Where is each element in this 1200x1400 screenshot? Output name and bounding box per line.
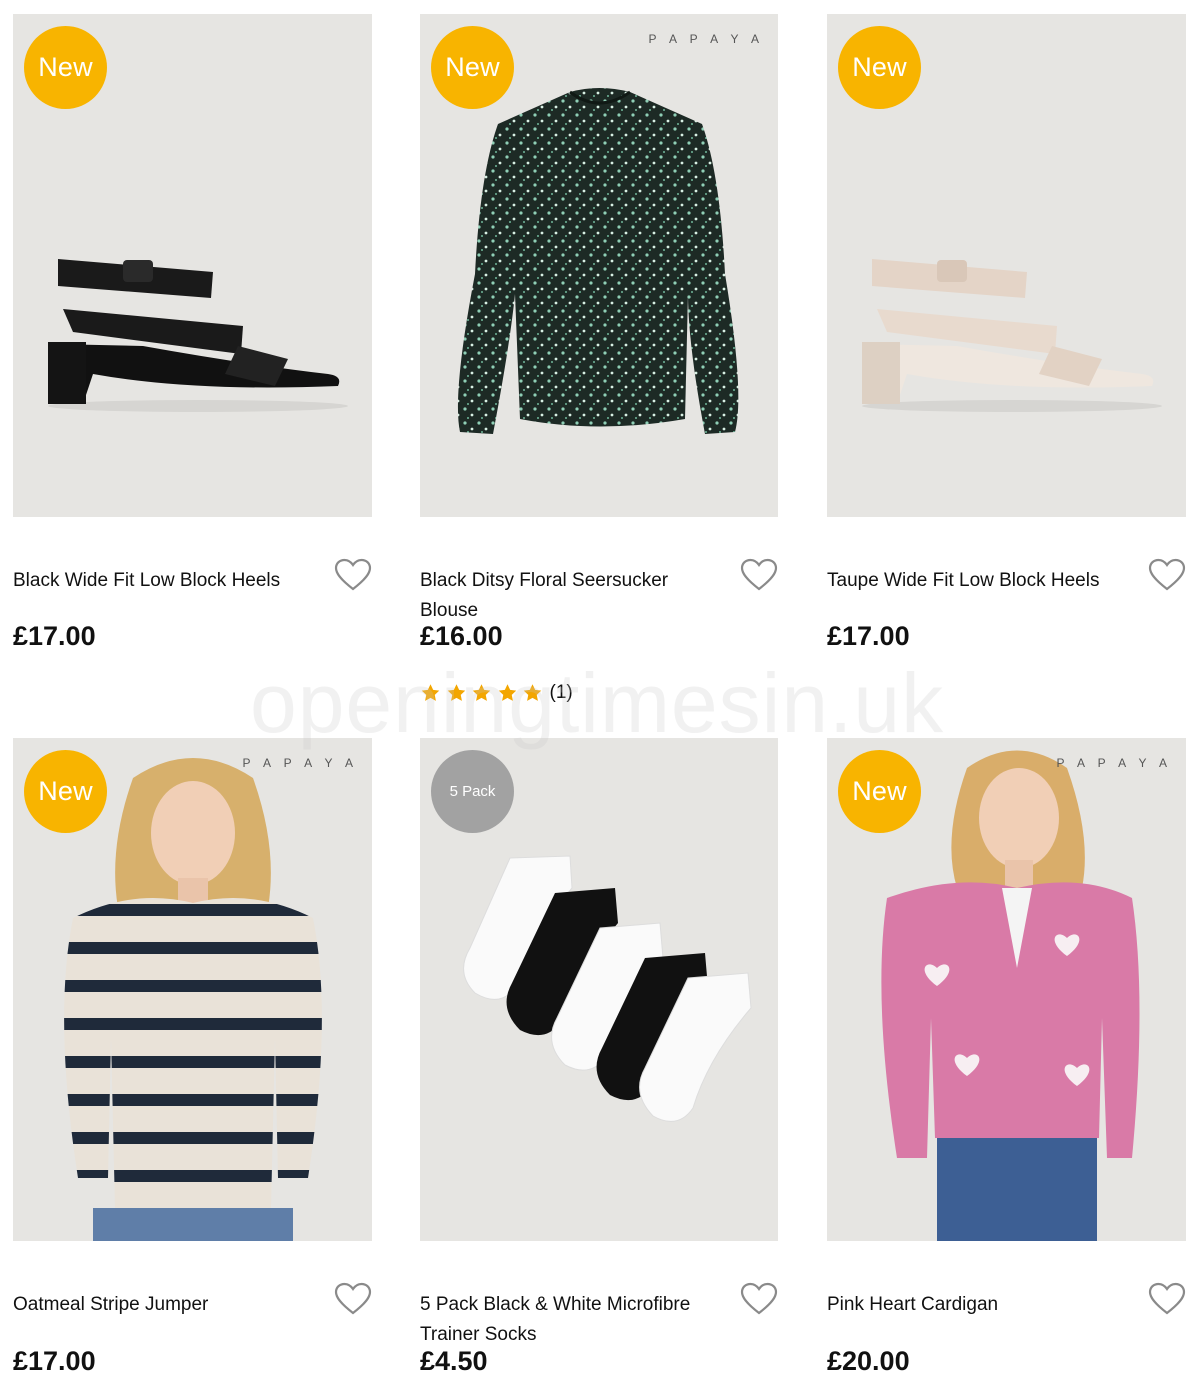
star-icon [523,684,542,701]
product-title[interactable]: Oatmeal Stripe Jumper [13,1290,293,1320]
product-card[interactable]: New P A P A Y A Black Ditsy Floral Seers… [420,14,778,703]
brand-logo: P A P A Y A [242,756,358,770]
product-card[interactable]: New P A P A Y A Pink Heart Cardigan £20.… [827,738,1186,1376]
product-grid: New Black Wide Fit Low Block Heels £17.0… [0,0,1200,1400]
star-icon [447,684,465,701]
product-card[interactable]: 5 Pack 5 Pack Black & White Microfibre T… [420,738,778,1376]
product-card[interactable]: New Black Wide Fit Low Block Heels £17.0… [13,14,372,651]
new-badge: New [838,750,921,833]
product-price: £4.50 [420,1346,488,1376]
wishlist-heart-icon[interactable] [740,558,778,592]
product-image[interactable]: New P A P A Y A [420,14,778,517]
product-title[interactable]: Pink Heart Cardigan [827,1290,1107,1320]
wishlist-heart-icon[interactable] [1148,1282,1186,1316]
product-title[interactable]: Black Ditsy Floral Seersucker Blouse [420,566,700,626]
product-card[interactable]: New Taupe Wide Fit Low Block Heels £17.0… [827,14,1186,651]
new-badge: New [24,750,107,833]
product-price: £17.00 [827,621,910,651]
new-badge: New [838,26,921,109]
wishlist-heart-icon[interactable] [334,1282,372,1316]
brand-logo: P A P A Y A [648,32,764,46]
wishlist-heart-icon[interactable] [334,558,372,592]
wishlist-heart-icon[interactable] [740,1282,778,1316]
product-title[interactable]: 5 Pack Black & White Microfibre Trainer … [420,1290,700,1350]
star-rating[interactable]: (1) [420,682,573,704]
star-icon [498,684,516,701]
brand-logo: P A P A Y A [1056,756,1172,770]
star-icon [421,684,440,701]
product-image[interactable]: 5 Pack [420,738,778,1241]
new-badge: New [24,26,107,109]
pack-badge: 5 Pack [431,750,514,833]
product-price: £16.00 [420,621,503,651]
product-price: £17.00 [13,621,96,651]
product-title[interactable]: Taupe Wide Fit Low Block Heels [827,566,1107,596]
new-badge: New [431,26,514,109]
product-card[interactable]: New P A P A Y A Oatmeal Stripe Jumper £1… [13,738,372,1376]
star-icon [472,684,491,701]
product-image[interactable]: New P A P A Y A [13,738,372,1241]
review-count[interactable]: (1) [550,682,573,704]
product-price: £20.00 [827,1346,910,1376]
product-image[interactable]: New [827,14,1186,517]
product-price: £17.00 [13,1346,96,1376]
product-image[interactable]: New [13,14,372,517]
product-image[interactable]: New P A P A Y A [827,738,1186,1241]
wishlist-heart-icon[interactable] [1148,558,1186,592]
product-title[interactable]: Black Wide Fit Low Block Heels [13,566,293,596]
